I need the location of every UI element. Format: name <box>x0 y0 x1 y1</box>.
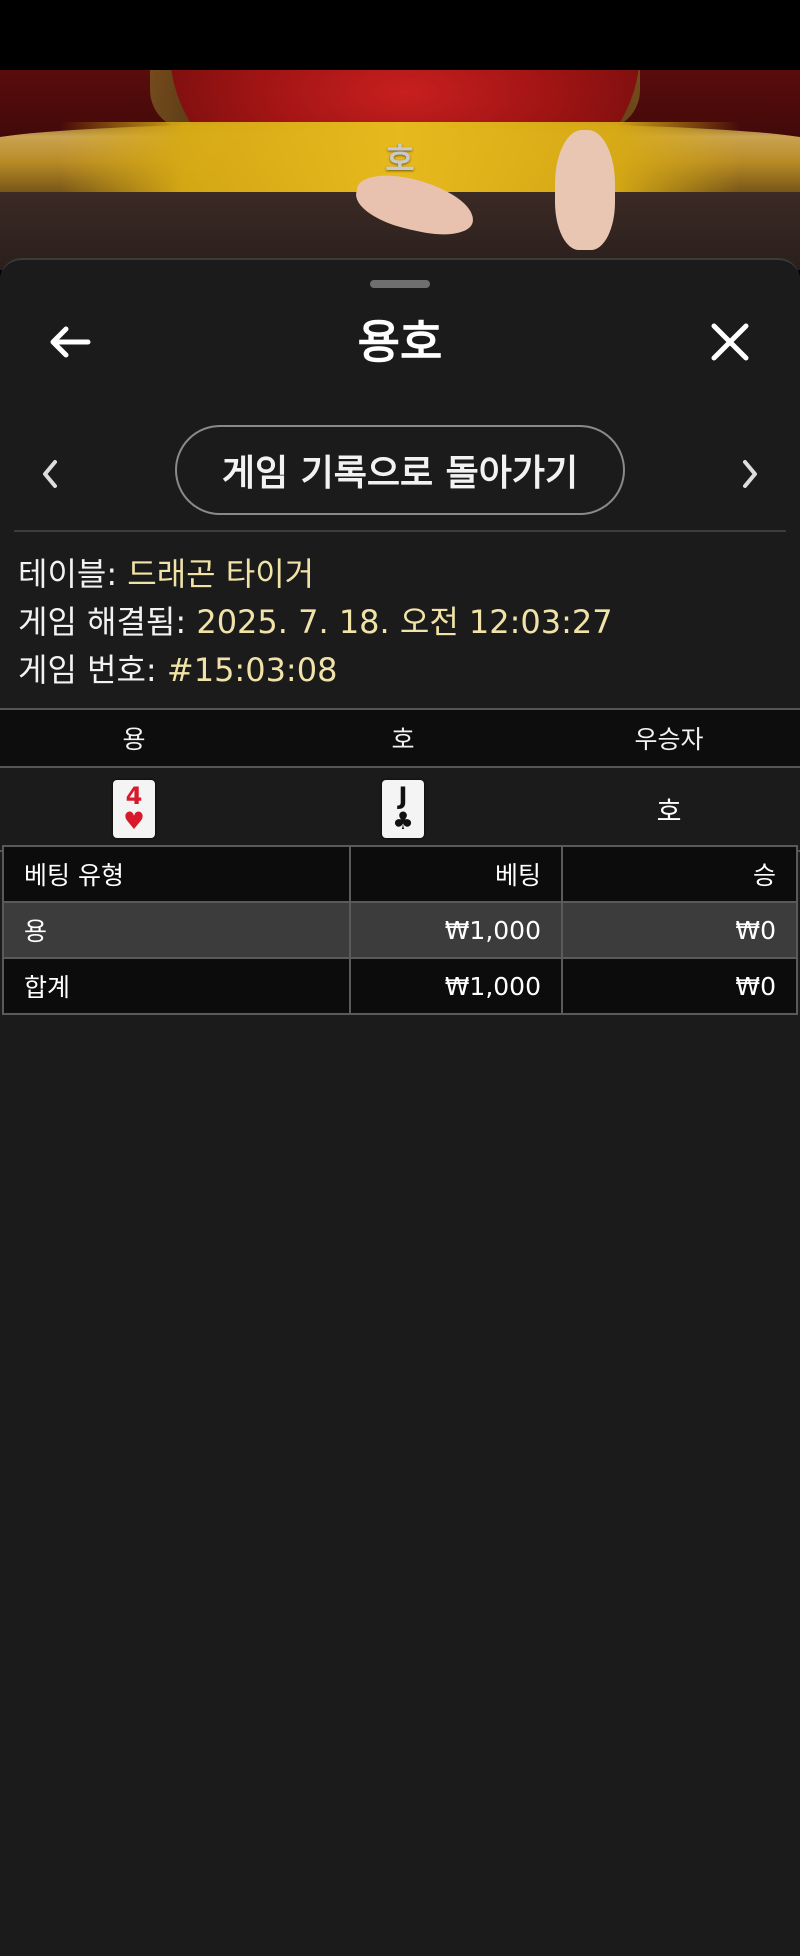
win-amount-header: 승 <box>561 845 798 903</box>
page-title: 용호 <box>357 315 443 369</box>
resolved-label: 게임 해결됨: <box>18 603 187 641</box>
back-to-history-button[interactable]: 게임 기록으로 돌아가기 <box>175 425 625 515</box>
table-row: 용 ₩1,000 ₩0 <box>2 901 798 959</box>
dragon-card-cell: 4 ♥ <box>0 766 268 852</box>
status-bar <box>0 0 800 70</box>
back-arrow-icon[interactable] <box>40 312 100 372</box>
result-table: 용 호 우승자 4 ♥ J ♣ 호 <box>0 708 800 852</box>
dealer-hand <box>555 130 615 250</box>
tiger-card-cell: J ♣ <box>268 766 538 852</box>
total-row: 합계 ₩1,000 ₩0 <box>2 957 798 1015</box>
result-row: 4 ♥ J ♣ 호 <box>0 766 800 852</box>
total-win: ₩0 <box>561 957 798 1015</box>
club-suit-icon: ♣ <box>392 807 414 835</box>
bet-amount-header: 베팅 <box>349 845 563 903</box>
chevron-left-icon[interactable] <box>30 446 70 502</box>
game-number-label: 게임 번호: <box>18 651 157 689</box>
winner-header: 우승자 <box>538 708 800 768</box>
total-label: 합계 <box>2 957 351 1015</box>
game-number-value: #15:03:08 <box>166 651 338 689</box>
tiger-header: 호 <box>268 708 538 768</box>
bet-type: 용 <box>2 901 351 959</box>
close-icon[interactable] <box>700 312 760 372</box>
table-label: 테이블: <box>18 555 118 593</box>
table-value: 드래곤 타이거 <box>127 555 315 593</box>
tiger-card: J ♣ <box>382 780 424 838</box>
bet-type-header: 베팅 유형 <box>2 845 351 903</box>
winner-value: 호 <box>538 766 800 852</box>
chevron-right-icon[interactable] <box>730 446 770 502</box>
table-info-row: 테이블: 드래곤 타이거 <box>18 550 613 598</box>
result-banner-text: 호 <box>385 140 415 178</box>
dragon-header: 용 <box>0 708 268 768</box>
win-amount: ₩0 <box>561 901 798 959</box>
total-bet: ₩1,000 <box>349 957 563 1015</box>
heart-suit-icon: ♥ <box>123 807 145 835</box>
result-header-row: 용 호 우승자 <box>0 708 800 768</box>
card-rank: 4 <box>125 782 143 810</box>
sheet-drag-handle[interactable] <box>370 280 430 288</box>
dragon-card: 4 ♥ <box>113 780 155 838</box>
game-info: 테이블: 드래곤 타이거 게임 해결됨: 2025. 7. 18. 오전 12:… <box>18 550 613 694</box>
bet-amount: ₩1,000 <box>349 901 563 959</box>
bets-table: 베팅 유형 베팅 승 용 ₩1,000 ₩0 합계 ₩1,000 ₩0 <box>2 845 798 1015</box>
resolved-info-row: 게임 해결됨: 2025. 7. 18. 오전 12:03:27 <box>18 598 613 646</box>
game-history-sheet: 용호 게임 기록으로 돌아가기 테이블: 드래곤 타이거 게임 해결됨: 202… <box>0 258 800 1956</box>
resolved-value: 2025. 7. 18. 오전 12:03:27 <box>196 603 613 641</box>
card-rank: J <box>398 782 408 810</box>
game-number-row: 게임 번호: #15:03:08 <box>18 646 613 694</box>
bets-header-row: 베팅 유형 베팅 승 <box>2 845 798 903</box>
live-video-background: 호 <box>0 70 800 270</box>
divider <box>14 530 786 532</box>
